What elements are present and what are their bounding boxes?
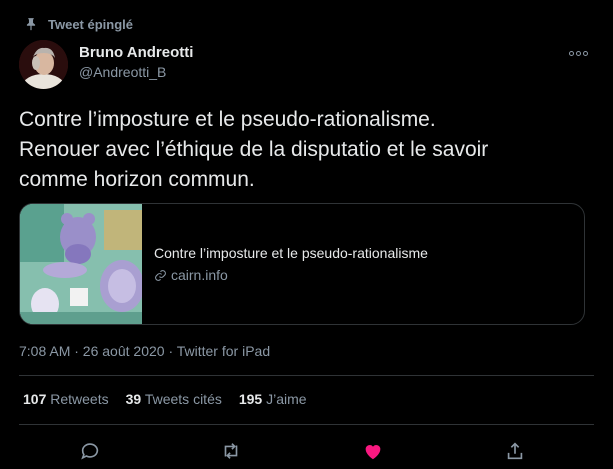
pin-icon [26,18,36,31]
tweet-text-line: Renouer avec l’éthique de la disputatio … [19,138,489,161]
quote-tweets-label: Tweets cités [144,391,222,407]
link-card[interactable]: Contre l’imposture et le pseudo-rational… [19,203,585,325]
retweets-label: Retweets [50,391,109,407]
pinned-label: Tweet épinglé [48,16,133,32]
card-body[interactable]: Contre l’imposture et le pseudo-rational… [142,204,440,324]
tweet-text-line: comme horizon commun. [19,168,255,191]
divider [19,375,594,376]
quote-tweets-count: 39 [125,391,142,407]
card-domain: cairn.info [154,267,428,283]
retweet-icon [224,443,238,459]
heart-icon [365,445,381,460]
divider [19,424,594,425]
quote-tweets-stat[interactable]: 39 Tweets cités [126,391,222,407]
avatar[interactable] [19,40,68,89]
more-options-button[interactable] [567,46,589,60]
tweet-text: Contre l’imposture et le pseudo-rational… [19,105,579,195]
tweet-meta: 7:08 AM · 26 août 2020 · Twitter for iPa… [19,343,271,359]
tweet-text-line: Contre l’imposture et le pseudo-rational… [19,108,436,131]
share-icon [507,442,523,460]
likes-label: J’aime [266,391,307,407]
pinned-indicator: Tweet épinglé [24,14,133,34]
link-icon [155,269,166,281]
reply-button[interactable] [77,438,103,464]
dot-icon [575,50,581,56]
retweets-count: 107 [23,391,47,407]
likes-stat[interactable]: 195 J’aime [239,391,307,407]
share-button[interactable] [502,438,528,464]
tweet-actions [19,438,594,464]
card-thumbnail[interactable] [20,204,142,324]
card-title[interactable]: Contre l’imposture et le pseudo-rational… [154,245,428,261]
dot-icon [582,50,588,56]
dot-icon [568,50,574,56]
tweet-stats: 107 Retweets 39 Tweets cités 195 J’aime [23,391,307,407]
author-handle[interactable]: @Andreotti_B [79,64,166,80]
retweet-button[interactable] [218,438,244,464]
card-domain-text: cairn.info [171,267,228,283]
reply-icon [81,443,99,460]
retweets-stat[interactable]: 107 Retweets [23,391,109,407]
like-button[interactable] [360,438,386,464]
likes-count: 195 [238,391,263,407]
author-name[interactable]: Bruno Andreotti [79,44,193,61]
